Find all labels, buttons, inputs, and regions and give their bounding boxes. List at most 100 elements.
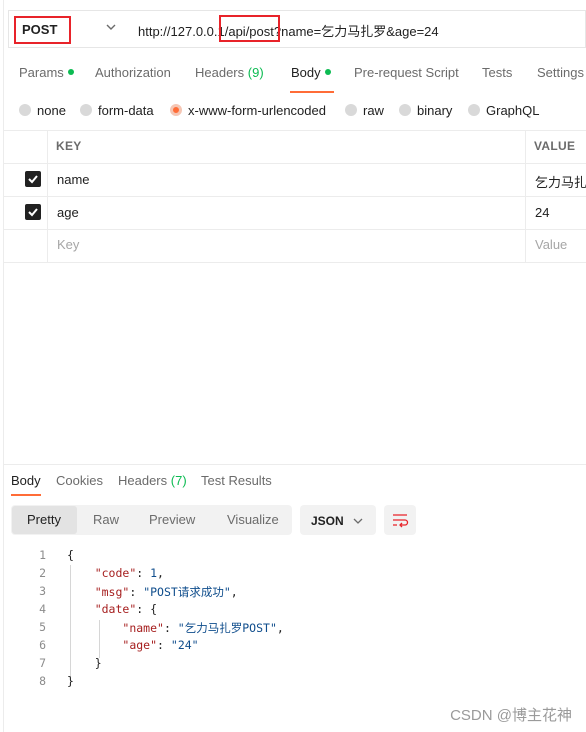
line-number: 7 — [39, 656, 46, 670]
tab-authorization-label: Authorization — [95, 65, 171, 80]
tab-headers-label: Headers — [195, 65, 245, 80]
tab-pre-request-label: Pre-request Script — [354, 65, 459, 80]
url-path-highlight-box — [219, 15, 280, 42]
json-code-value: 1 — [150, 566, 158, 580]
wrap-lines-button[interactable] — [384, 505, 416, 535]
body-indicator-dot — [324, 69, 331, 75]
response-tab-body[interactable]: Body — [11, 473, 41, 488]
table-row[interactable] — [3, 197, 586, 230]
active-tab-underline — [290, 91, 334, 93]
code-text: "age": "24" — [122, 638, 199, 652]
tab-authorization[interactable]: Authorization — [95, 65, 171, 80]
view-mode-raw[interactable]: Raw — [93, 512, 119, 527]
response-tab-headers[interactable]: Headers (7) — [118, 473, 187, 488]
view-mode-preview[interactable]: Preview — [149, 512, 195, 527]
tab-body[interactable]: Body — [291, 65, 331, 80]
code-line: 4 "date": { — [0, 602, 586, 620]
code-line: 7 } — [0, 656, 586, 674]
radio-none[interactable]: none — [19, 102, 66, 118]
code-text: "name": "乞力马扎罗POST", — [122, 621, 284, 635]
line-number: 2 — [39, 566, 46, 580]
radio-x-www-form-urlencoded[interactable]: x-www-form-urlencoded — [170, 102, 326, 118]
method-highlight-box — [14, 16, 71, 44]
json-name-value: 乞力马扎罗POST — [184, 621, 270, 635]
radio-selected-icon — [170, 104, 182, 116]
tab-params-label: Params — [19, 65, 64, 80]
response-tab-cookies[interactable]: Cookies — [56, 473, 103, 488]
column-divider — [525, 130, 526, 262]
value-column-header: VALUE — [534, 139, 576, 153]
code-line: 8 } — [0, 674, 586, 692]
code-text: } — [67, 674, 74, 688]
new-value-placeholder[interactable]: Value — [535, 237, 567, 252]
radio-circle-icon — [468, 104, 480, 116]
params-table — [3, 130, 586, 263]
param-key[interactable]: name — [57, 172, 90, 187]
line-number: 8 — [39, 674, 46, 688]
response-tab-test-results[interactable]: Test Results — [201, 473, 272, 488]
response-active-tab-underline — [11, 494, 41, 496]
response-tab-headers-count: (7) — [170, 473, 187, 488]
json-msg-value: POST请求成功 — [150, 585, 224, 599]
radio-circle-icon — [399, 104, 411, 116]
radio-binary-label: binary — [417, 102, 453, 118]
radio-raw[interactable]: raw — [345, 102, 384, 118]
checkbox-checked-icon[interactable] — [25, 204, 41, 220]
tab-params[interactable]: Params — [19, 65, 74, 80]
line-number: 4 — [39, 602, 46, 616]
code-text: "date": { — [94, 602, 158, 616]
radio-circle-icon — [19, 104, 31, 116]
code-line: 5 "name": "乞力马扎罗POST", — [0, 620, 586, 638]
response-tab-headers-label: Headers — [118, 473, 168, 488]
radio-circle-icon — [345, 104, 357, 116]
json-age-value: 24 — [177, 638, 192, 652]
chevron-down-icon — [353, 518, 363, 524]
watermark: CSDN @博主花神 — [450, 707, 572, 724]
tab-tests-label: Tests — [482, 65, 513, 80]
radio-none-label: none — [37, 102, 66, 118]
radio-raw-label: raw — [363, 102, 384, 118]
code-text: { — [67, 548, 74, 562]
radio-form-data[interactable]: form-data — [80, 102, 154, 118]
tab-settings[interactable]: Settings — [537, 65, 584, 80]
url-text: http://127.0.0.1/api/post?name=乞力马扎罗&age… — [138, 24, 439, 39]
code-text: } — [67, 656, 102, 670]
view-mode-visualize[interactable]: Visualize — [227, 512, 279, 527]
radio-graphql-label: GraphQL — [486, 102, 540, 118]
radio-graphql[interactable]: GraphQL — [468, 102, 539, 118]
checkbox-checked-icon[interactable] — [25, 171, 41, 187]
response-divider[interactable] — [3, 464, 586, 465]
params-indicator-dot — [67, 69, 74, 75]
tab-pre-request-script[interactable]: Pre-request Script — [354, 65, 459, 80]
code-line: 2 "code": 1, — [0, 566, 586, 584]
code-text: "msg": "POST请求成功", — [94, 585, 238, 599]
chevron-down-icon[interactable] — [104, 20, 118, 34]
code-line: 1 { — [0, 548, 586, 566]
table-row[interactable] — [3, 164, 586, 197]
param-value[interactable]: 乞力马扎罗 — [535, 172, 586, 191]
line-number: 3 — [39, 584, 46, 598]
tab-headers-count: (9) — [247, 65, 264, 80]
column-divider — [47, 130, 48, 262]
tab-tests[interactable]: Tests — [482, 65, 512, 80]
tab-headers[interactable]: Headers (9) — [195, 65, 264, 80]
line-number: 1 — [39, 548, 46, 562]
line-number: 6 — [39, 638, 46, 652]
radio-form-data-label: form-data — [98, 102, 154, 118]
view-mode-pretty[interactable]: Pretty — [27, 512, 61, 527]
tab-settings-label: Settings — [537, 65, 584, 80]
format-label: JSON — [311, 514, 344, 528]
radio-circle-icon — [80, 104, 92, 116]
radio-binary[interactable]: binary — [399, 102, 452, 118]
wrap-lines-icon — [393, 514, 409, 528]
line-number: 5 — [39, 620, 46, 634]
code-text: "code": 1, — [94, 566, 164, 580]
param-value[interactable]: 24 — [535, 205, 549, 220]
key-column-header: KEY — [56, 139, 82, 153]
new-key-placeholder[interactable]: Key — [57, 237, 79, 252]
tab-body-label: Body — [291, 65, 321, 80]
param-key[interactable]: age — [57, 205, 79, 220]
code-line: 6 "age": "24" — [0, 638, 586, 656]
radio-urlencoded-label: x-www-form-urlencoded — [188, 102, 326, 118]
table-row-new[interactable] — [3, 230, 586, 263]
